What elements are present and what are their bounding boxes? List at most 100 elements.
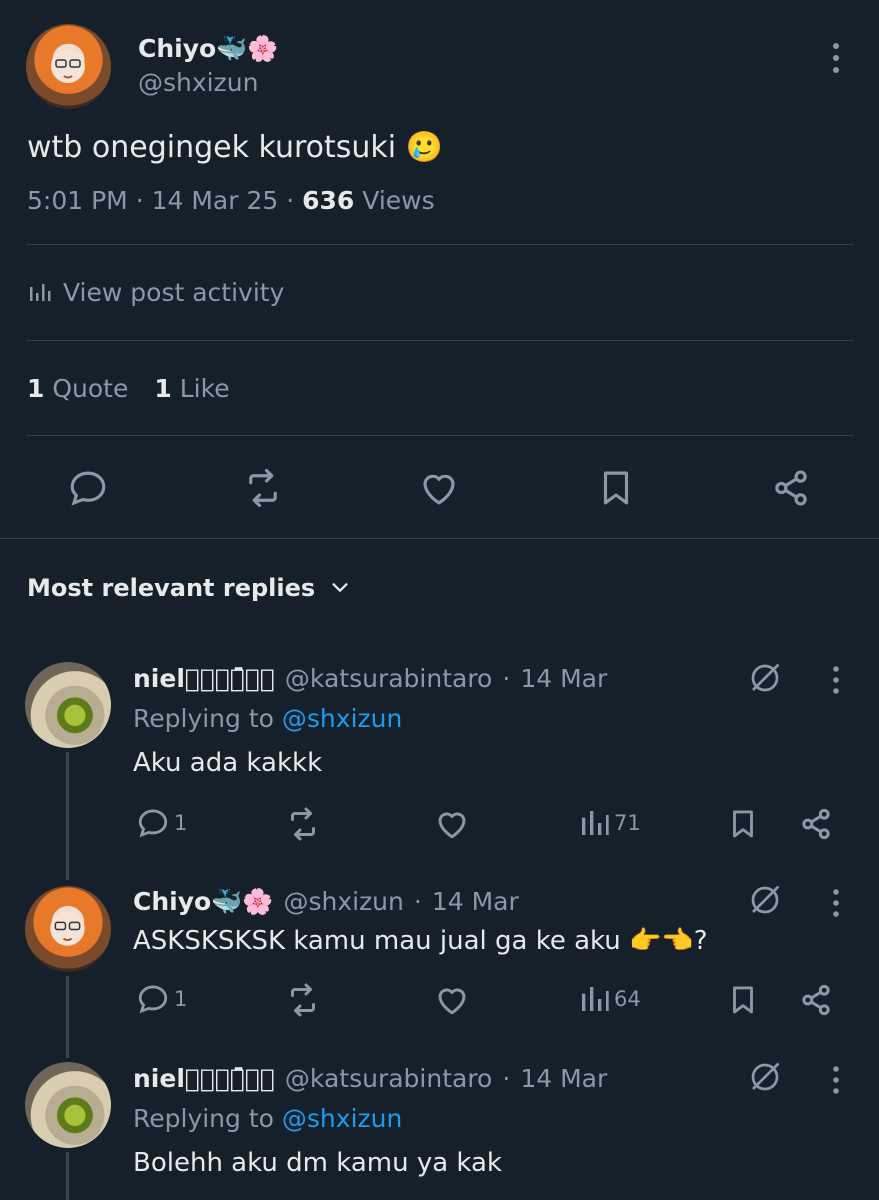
replying-prefix: Replying to [133, 704, 274, 733]
share-button[interactable] [798, 982, 834, 1018]
views-count: 636 [302, 186, 355, 215]
likes-label: Like [179, 374, 230, 403]
share-button[interactable] [770, 467, 812, 509]
share-icon [802, 808, 830, 840]
bookmark-button[interactable] [595, 467, 637, 509]
reply-icon [70, 471, 106, 506]
reply-text: Aku ada kakkk [133, 748, 323, 778]
more-options-button[interactable] [826, 664, 846, 696]
views-count: 71 [614, 811, 641, 835]
more-options-button[interactable] [826, 887, 846, 919]
reply-author-handle[interactable]: @shxizun [283, 887, 403, 916]
share-icon [802, 984, 830, 1016]
grok-icon [751, 663, 780, 692]
replies-sort-label: Most relevant replies [27, 574, 316, 602]
reply-date: 14 Mar [431, 887, 519, 916]
reply-author-name[interactable]: Chiyo🐳🌸 [133, 887, 273, 917]
reply-author-name[interactable]: nielラͣͣイ͆ェͣ [133, 664, 275, 693]
quotes-count: 1 [27, 374, 45, 403]
like-button[interactable] [434, 806, 470, 842]
reply-header: Chiyo🐳🌸 @shxizun · 14 Mar [133, 887, 519, 917]
divider [27, 435, 853, 436]
more-vertical-icon [833, 889, 839, 917]
divider [27, 244, 853, 245]
reply-button[interactable] [67, 467, 109, 509]
chevron-down-icon [332, 583, 348, 592]
reply-avatar[interactable] [25, 886, 111, 972]
analytics-icon [582, 811, 609, 835]
retweet-icon [291, 807, 315, 841]
quotes-label: Quote [52, 374, 129, 403]
meta-separator: · [502, 664, 511, 693]
retweet-icon [249, 468, 277, 508]
divider [27, 340, 853, 341]
replies-sort-button[interactable]: Most relevant replies [27, 574, 351, 602]
views-button[interactable]: 64 [578, 982, 641, 1016]
post-date: 14 Mar 25 [151, 186, 279, 215]
meta-separator: · [502, 1064, 511, 1093]
more-vertical-icon [833, 666, 839, 694]
author-name[interactable]: Chiyo🐳🌸 [138, 34, 278, 64]
more-options-button[interactable] [826, 1064, 846, 1096]
reply-icon [138, 985, 168, 1014]
retweet-button[interactable] [285, 806, 321, 842]
more-vertical-icon [833, 1066, 839, 1094]
views-count: 64 [614, 987, 641, 1011]
like-icon [423, 474, 455, 505]
like-button[interactable] [418, 467, 460, 509]
meta-separator: · [413, 887, 422, 916]
reply-icon [138, 809, 168, 838]
reply-author-name[interactable]: nielラͣͣイ͆ェͣ [133, 1064, 275, 1093]
reply-button[interactable]: 1 [136, 806, 187, 840]
thread-line [66, 976, 69, 1058]
reply-author-handle[interactable]: @katsurabintaro [285, 664, 492, 693]
reply-count: 1 [174, 987, 188, 1011]
reply-date: 14 Mar [520, 664, 608, 693]
grok-button[interactable] [746, 1059, 784, 1095]
engagement-stats: 1 Quote 1 Like [27, 374, 230, 403]
view-activity-link[interactable]: View post activity [27, 278, 284, 307]
reply-button[interactable]: 1 [136, 982, 187, 1016]
retweet-button[interactable] [242, 467, 284, 509]
reply-avatar[interactable] [25, 662, 111, 748]
quotes-stat[interactable]: 1 Quote [27, 374, 128, 403]
replying-to-handle[interactable]: @shxizun [282, 704, 402, 733]
like-button[interactable] [434, 982, 470, 1018]
bookmark-button[interactable] [726, 982, 760, 1018]
section-divider [0, 538, 879, 539]
grok-button[interactable] [746, 882, 784, 918]
bookmark-button[interactable] [726, 806, 760, 842]
post-time: 5:01 PM [27, 186, 128, 215]
share-button[interactable] [798, 806, 834, 842]
grok-button[interactable] [746, 660, 784, 696]
more-vertical-icon [833, 43, 839, 73]
likes-stat[interactable]: 1 Like [154, 374, 229, 403]
retweet-button[interactable] [285, 982, 321, 1018]
author-handle[interactable]: @shxizun [138, 68, 258, 97]
likes-count: 1 [154, 374, 172, 403]
replying-prefix: Replying to [133, 1104, 274, 1133]
reply-count: 1 [174, 811, 188, 835]
more-options-button[interactable] [826, 40, 846, 76]
meta-separator: · [286, 186, 303, 215]
like-icon [438, 988, 466, 1015]
author-avatar[interactable] [26, 24, 111, 109]
avatar-face-icon [51, 49, 85, 83]
views-button[interactable]: 71 [578, 806, 641, 840]
share-icon [775, 470, 807, 506]
reply-avatar[interactable] [25, 1062, 111, 1148]
post-text: wtb onegingek kurotsuki 🥲 [27, 130, 444, 165]
bookmark-icon [733, 810, 753, 838]
replying-to: Replying to @shxizun [133, 1104, 402, 1133]
replying-to-handle[interactable]: @shxizun [282, 1104, 402, 1133]
reply-header: nielラͣͣイ͆ェͣ @katsurabintaro · 14 Mar [133, 664, 607, 693]
thread-line [66, 1152, 69, 1200]
analytics-icon [30, 283, 51, 301]
reply-text: Bolehh aku dm kamu ya kak [133, 1148, 502, 1178]
views-label: Views [362, 186, 435, 215]
reply-author-handle[interactable]: @katsurabintaro [285, 1064, 492, 1093]
view-activity-label: View post activity [63, 278, 285, 307]
post-meta: 5:01 PM · 14 Mar 25 · 636 Views [27, 186, 435, 215]
like-icon [438, 812, 466, 839]
grok-icon [751, 1062, 780, 1091]
